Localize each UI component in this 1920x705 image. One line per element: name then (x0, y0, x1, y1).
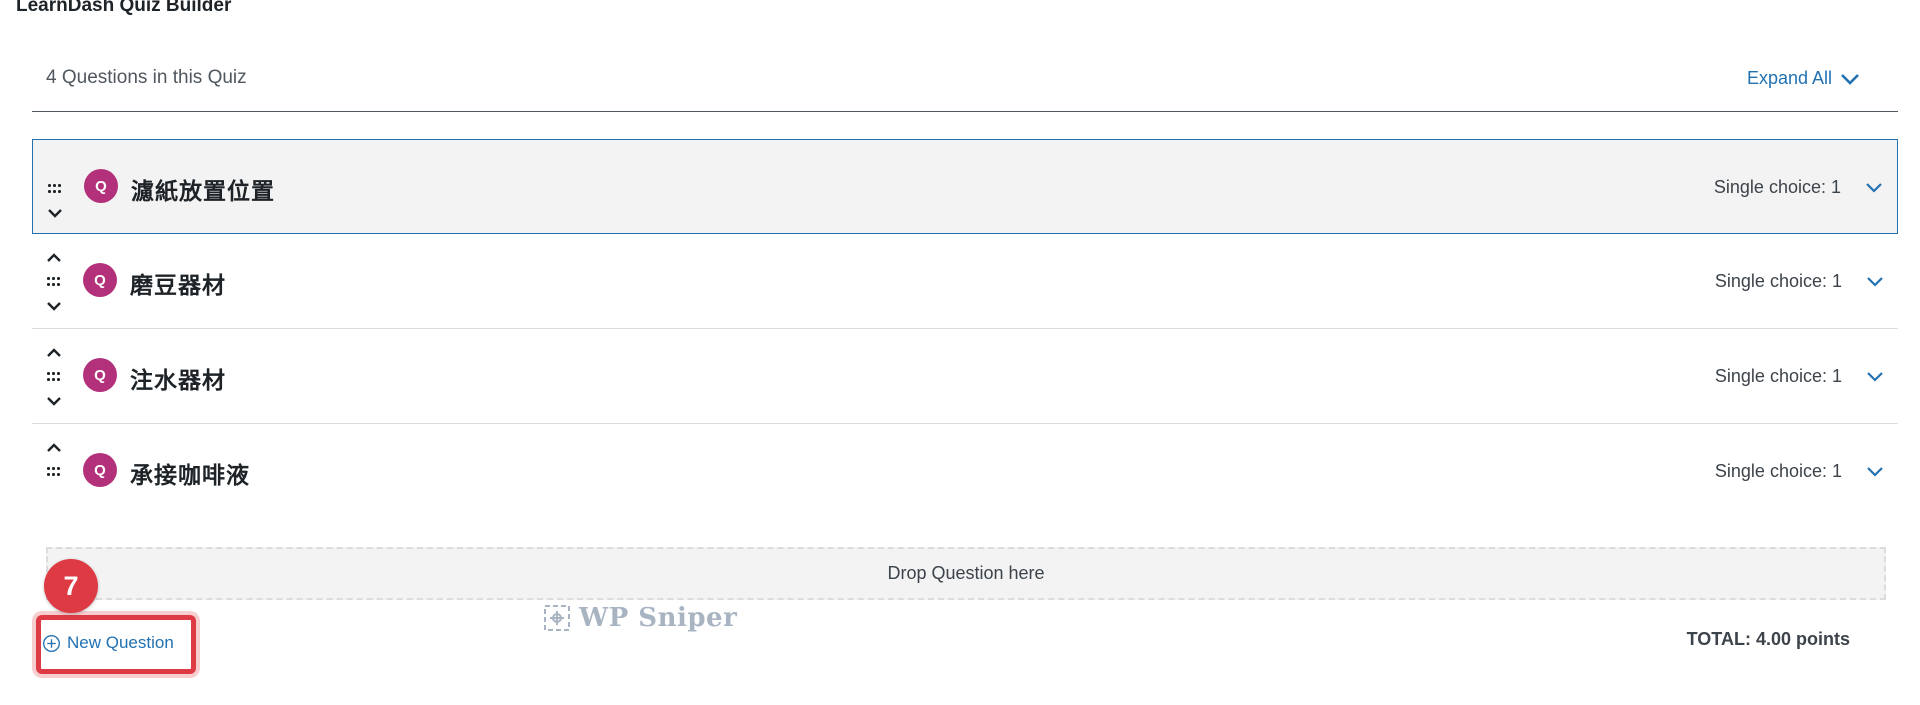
question-type: Single choice: 1 (1713, 177, 1841, 197)
question-list: Q 濾紙放置位置 Single choice: 1 Q 磨豆器材 Single … (32, 139, 1898, 519)
question-badge: Q (83, 358, 117, 392)
step-number-badge: 7 (44, 559, 98, 613)
question-badge: Q (83, 453, 117, 487)
new-question-button[interactable]: New Question (42, 633, 174, 653)
expand-all-button[interactable]: Expand All (1747, 68, 1860, 89)
question-count: 4 Questions in this Quiz (46, 67, 247, 88)
chevron-down-icon (1867, 467, 1883, 477)
question-title[interactable]: 承接咖啡液 (130, 456, 250, 490)
move-up-button[interactable] (44, 441, 64, 455)
move-down-button[interactable] (44, 394, 64, 408)
chevron-down-icon (1867, 372, 1883, 382)
chevron-down-icon (47, 397, 61, 406)
question-row[interactable]: Q 注水器材 Single choice: 1 (32, 329, 1898, 424)
question-title[interactable]: 磨豆器材 (130, 266, 226, 300)
move-down-button[interactable] (45, 206, 65, 220)
chevron-up-icon (47, 443, 61, 452)
chevron-up-icon (47, 348, 61, 357)
chevron-down-icon (1841, 73, 1859, 85)
question-type: Single choice: 1 (1714, 366, 1842, 386)
question-type: Single choice: 1 (1714, 461, 1842, 481)
expand-all-label: Expand All (1746, 68, 1832, 88)
question-type: Single choice: 1 (1714, 271, 1842, 291)
question-row[interactable]: Q 濾紙放置位置 Single choice: 1 (32, 139, 1898, 234)
chevron-down-icon (48, 209, 62, 218)
chevron-down-icon (1867, 277, 1883, 287)
move-up-button[interactable] (44, 251, 64, 265)
chevron-up-icon (47, 253, 61, 262)
question-badge: Q (83, 263, 117, 297)
question-badge: Q (84, 169, 118, 203)
drag-handle-icon[interactable] (46, 467, 62, 479)
drag-handle-icon[interactable] (46, 372, 62, 384)
page-title: LearnDash Quiz Builder (16, 0, 232, 16)
question-row[interactable]: Q 磨豆器材 Single choice: 1 (32, 234, 1898, 329)
move-down-button[interactable] (44, 299, 64, 313)
question-expand-toggle[interactable] (1865, 181, 1885, 195)
drag-handle-icon[interactable] (47, 184, 63, 196)
question-expand-toggle[interactable] (1866, 275, 1886, 289)
chevron-down-icon (47, 302, 61, 311)
watermark-text: WP Sniper (579, 603, 738, 633)
chevron-down-icon (1866, 183, 1882, 193)
drop-question-zone[interactable]: Drop Question here (46, 547, 1886, 600)
move-up-button[interactable] (44, 346, 64, 360)
question-title[interactable]: 濾紙放置位置 (131, 172, 275, 206)
quiz-header: 4 Questions in this Quiz Expand All (32, 42, 1898, 112)
total-points: TOTAL: 4.00 points (1686, 629, 1850, 649)
watermark: WP Sniper (543, 603, 737, 633)
plus-circle-icon (43, 634, 60, 652)
watermark-logo-icon (544, 605, 570, 631)
question-expand-toggle[interactable] (1866, 370, 1886, 384)
question-title[interactable]: 注水器材 (130, 361, 226, 395)
question-row[interactable]: Q 承接咖啡液 Single choice: 1 (32, 424, 1898, 519)
question-expand-toggle[interactable] (1866, 465, 1886, 479)
new-question-label: New Question (67, 633, 174, 652)
drag-handle-icon[interactable] (46, 277, 62, 289)
